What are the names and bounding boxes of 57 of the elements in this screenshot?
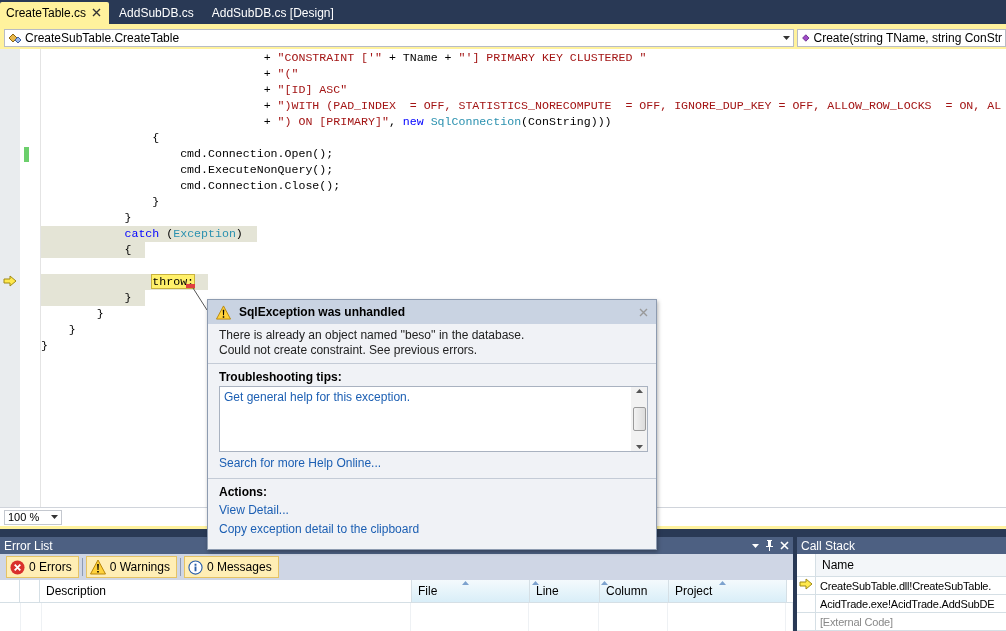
- scrollbar[interactable]: [631, 387, 647, 451]
- code-line: + "(": [262, 66, 299, 83]
- leader-line: [186, 284, 208, 312]
- code-line: }: [151, 194, 160, 211]
- class-icon: [8, 31, 22, 44]
- code-line: cmd.Connection.Close();: [179, 178, 341, 195]
- arrow-icon: [3, 274, 17, 287]
- panel-title: Error List: [4, 538, 53, 553]
- error-message: There is already an object named ''beso'' in the database.: [219, 328, 526, 343]
- file-tab[interactable]: AddSubDB.cs: [113, 1, 202, 24]
- error-icon: [10, 559, 25, 575]
- section-heading: Troubleshooting tips:: [219, 370, 343, 384]
- column-header[interactable]: Column: [600, 580, 669, 602]
- close-icon[interactable]: [92, 8, 102, 18]
- code-line: {: [151, 130, 160, 147]
- column-header[interactable]: Project: [669, 580, 787, 602]
- arrow-icon: [799, 578, 813, 590]
- stack-frame[interactable]: [External Code]: [816, 613, 893, 630]
- help-link[interactable]: Get general help for this exception.: [224, 388, 411, 407]
- zoom-dropdown[interactable]: 100 %: [4, 509, 62, 525]
- caret-icon: [782, 35, 790, 40]
- filter-button[interactable]: 0 Messages: [183, 556, 279, 578]
- action-link[interactable]: View Detail...: [219, 501, 289, 520]
- code-line: + "[ID] ASC": [262, 82, 348, 99]
- dropdown-icon[interactable]: [752, 543, 759, 548]
- filter-button[interactable]: 0 Errors: [6, 556, 79, 578]
- error-message: Could not create constraint. See previous errors.: [219, 343, 479, 358]
- code-line: + "CONSTRAINT ['" + TName + "'] PRIMARY KEY CLUSTERED ": [262, 50, 647, 67]
- search-help-link[interactable]: Search for more Help Online...: [219, 454, 382, 473]
- warning-icon: [89, 559, 106, 575]
- code-line: cmd.Connection.Open();: [179, 146, 334, 163]
- warning-icon: [216, 304, 231, 320]
- file-tab[interactable]: CreateTable.cs: [0, 1, 110, 24]
- code-line: + ")WITH (PAD_INDEX = OFF, STATISTICS_NORECOMPUTE = OFF, IGNORE_DUP_KEY = OFF, ALLOW_ROW_LOCKS = ON, AL: [262, 98, 1002, 115]
- column-header[interactable]: Line: [530, 580, 600, 602]
- method-icon: [800, 31, 811, 44]
- code-line: cmd.ExecuteNonQuery();: [179, 162, 334, 179]
- code-line: }: [95, 306, 104, 323]
- column-header[interactable]: Name: [816, 554, 1006, 576]
- action-link[interactable]: Copy exception detail to the clipboard: [219, 520, 420, 539]
- caret-icon: [51, 515, 58, 520]
- column-header[interactable]: File: [412, 580, 530, 602]
- info-icon: [187, 559, 203, 575]
- filter-button[interactable]: 0 Warnings: [85, 556, 177, 578]
- scroll-up-icon[interactable]: [635, 389, 643, 393]
- section-heading: Actions:: [219, 485, 268, 499]
- file-tab[interactable]: AddSubDB.cs [Design]: [205, 1, 342, 24]
- panel-title: Call Stack: [801, 538, 856, 553]
- code-line: }: [67, 322, 76, 339]
- code-line: + ") ON [PRIMARY]", new SqlConnection(ConString))): [262, 114, 612, 131]
- pin-icon[interactable]: [765, 540, 774, 551]
- popup-title: SqlException was unhandled: [239, 305, 407, 319]
- code-line: }: [123, 210, 132, 227]
- scroll-down-icon[interactable]: [635, 445, 643, 449]
- stack-frame[interactable]: CreateSubTable.dll!CreateSubTable.: [816, 577, 992, 594]
- stack-frame[interactable]: AcidTrade.exe!AcidTrade.AddSubDE: [816, 595, 995, 612]
- code-line: }: [41, 338, 48, 355]
